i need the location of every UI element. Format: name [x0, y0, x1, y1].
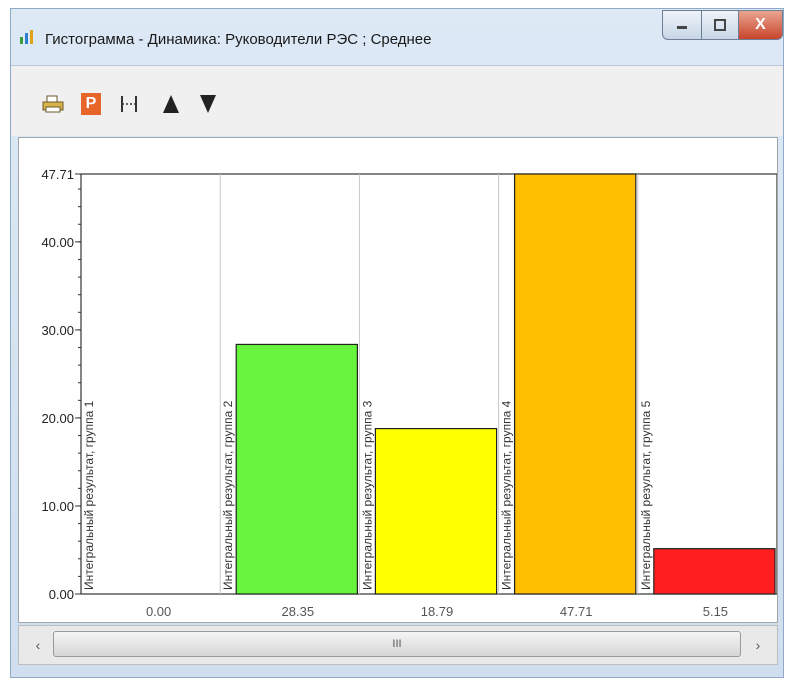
value-label: 0.00 [146, 604, 171, 619]
bar [374, 427, 498, 595]
bar [514, 173, 637, 595]
y-tick-label: 47.71 [41, 167, 74, 182]
scrollbar-thumb[interactable]: III [53, 631, 741, 657]
print-icon [42, 95, 64, 113]
bar [235, 343, 358, 595]
close-icon: X [755, 16, 766, 33]
horizontal-scrollbar[interactable]: ‹ III › [18, 625, 778, 665]
y-tick-label: 10.00 [41, 499, 74, 514]
sort-descending-button[interactable] [196, 92, 220, 116]
minimize-button[interactable] [662, 10, 702, 40]
y-tick-label: 0.00 [49, 587, 74, 602]
category-label: Интегральный результат, группа 5 [639, 400, 653, 590]
histogram-window: Гистограмма - Динамика: Руководители РЭС… [10, 8, 784, 678]
fit-width-icon [121, 96, 137, 112]
value-label: 5.15 [703, 604, 728, 619]
chart-app-icon [20, 30, 33, 44]
scroll-right-arrow-icon[interactable]: › [749, 636, 767, 654]
print-button[interactable] [41, 92, 65, 116]
category-label: Интегральный результат, группа 3 [360, 400, 374, 590]
y-tick-label: 40.00 [41, 235, 74, 250]
window-title: Гистограмма - Динамика: Руководители РЭС… [45, 31, 432, 48]
scroll-left-arrow-icon[interactable]: ‹ [29, 636, 47, 654]
category-label: Интегральный результат, группа 2 [221, 400, 235, 590]
fit-width-button[interactable] [117, 92, 141, 116]
chart-area: Интегральный результат, группа 1 0.00 Инте… [18, 137, 778, 623]
histogram-chart: Интегральный результат, группа 1 0.00 Инте… [41, 167, 778, 619]
down-triangle-icon [200, 95, 216, 113]
bar [653, 548, 776, 595]
value-label: 18.79 [421, 604, 454, 619]
up-triangle-icon [163, 95, 179, 113]
value-label: 28.35 [282, 604, 315, 619]
sort-ascending-button[interactable] [159, 92, 183, 116]
title-bar[interactable]: Гистограмма - Динамика: Руководители РЭС… [11, 9, 783, 65]
y-tick-label: 20.00 [41, 411, 74, 426]
minimize-icon [677, 26, 687, 29]
p-button[interactable]: P [79, 92, 103, 116]
maximize-button[interactable] [701, 10, 739, 40]
close-button[interactable]: X [738, 10, 783, 40]
value-label: 47.71 [560, 604, 593, 619]
y-tick-label: 30.00 [41, 323, 74, 338]
category-label: Интегральный результат, группа 4 [500, 400, 514, 590]
toolbar: P [11, 65, 783, 136]
p-icon: P [81, 93, 101, 115]
scrollbar-grip: III [392, 638, 402, 650]
category-label: Интегральный результат, группа 1 [82, 400, 96, 590]
maximize-icon [714, 19, 726, 31]
